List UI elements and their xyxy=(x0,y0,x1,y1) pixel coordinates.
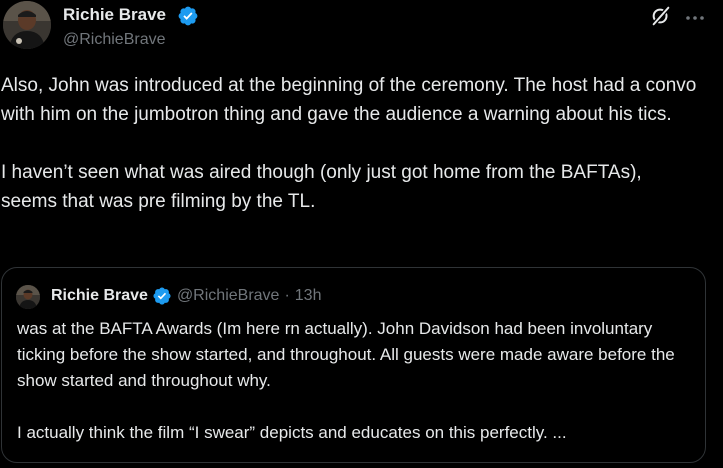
quoted-author-name[interactable]: Richie Brave xyxy=(51,287,148,305)
grok-icon xyxy=(650,5,672,32)
verified-badge-icon[interactable] xyxy=(177,5,199,27)
quoted-author-handle[interactable]: @RichieBrave xyxy=(177,287,280,305)
quoted-header: Richie Brave @RichieBrave · 13h xyxy=(51,286,321,306)
more-options-button[interactable] xyxy=(682,6,708,28)
author-name[interactable]: Richie Brave xyxy=(63,5,166,25)
quoted-timestamp[interactable]: 13h xyxy=(295,287,322,305)
author-avatar[interactable] xyxy=(3,1,51,49)
author-handle[interactable]: @RichieBrave xyxy=(63,31,166,49)
tweet-text: Also, John was introduced at the beginni… xyxy=(1,71,701,216)
grok-button[interactable] xyxy=(648,5,674,31)
more-options-icon xyxy=(685,8,705,26)
quoted-paragraph: I actually think the film “I swear” depi… xyxy=(17,423,567,442)
quoted-separator: · xyxy=(284,287,290,304)
quoted-paragraph: was at the BAFTA Awards (Im here rn actu… xyxy=(17,319,675,390)
tweet-paragraph: Also, John was introduced at the beginni… xyxy=(1,75,697,125)
quoted-text: was at the BAFTA Awards (Im here rn actu… xyxy=(17,316,697,446)
tweet-paragraph: I haven’t seen what was aired though (on… xyxy=(1,162,642,212)
quoted-author-avatar[interactable] xyxy=(16,285,40,309)
quoted-tweet[interactable]: Richie Brave @RichieBrave · 13h was at t… xyxy=(1,267,706,463)
quoted-verified-badge-icon[interactable] xyxy=(152,286,172,306)
